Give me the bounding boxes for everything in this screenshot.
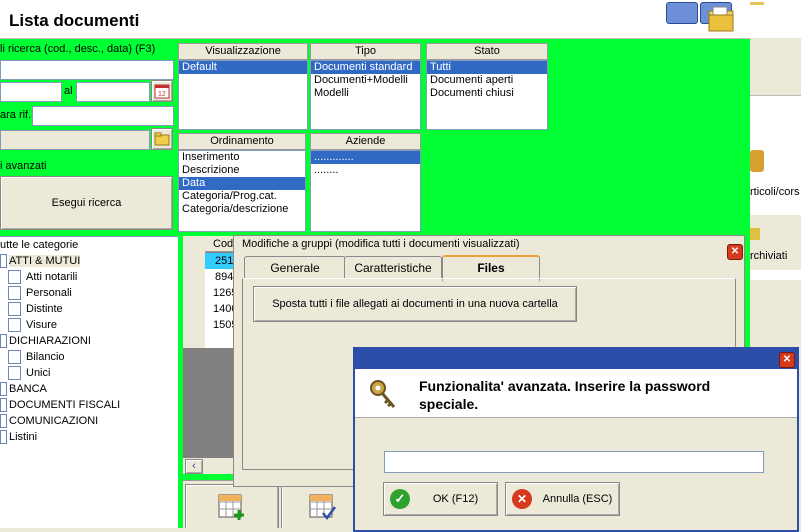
- right-item-archived[interactable]: rchiviati: [750, 250, 787, 262]
- scroll-left-icon[interactable]: ‹: [185, 459, 203, 474]
- dialog-message: Funzionalita' avanzata. Inserire la pass…: [419, 378, 711, 412]
- type-item[interactable]: Modelli: [311, 87, 420, 100]
- cancel-icon: ✕: [512, 489, 532, 509]
- companies-header: Aziende: [310, 133, 421, 150]
- companies-list: ............. ........: [310, 150, 421, 232]
- minimize-button[interactable]: [666, 2, 698, 24]
- execute-search-button[interactable]: Esegui ricerca: [0, 176, 173, 230]
- search-input[interactable]: [0, 60, 174, 80]
- tree-root[interactable]: utte le categorie: [0, 237, 178, 253]
- company-item[interactable]: .............: [311, 151, 420, 164]
- ok-button[interactable]: ✓ OK (F12): [383, 482, 498, 516]
- sort-item[interactable]: Descrizione: [179, 164, 305, 177]
- tree-item[interactable]: ATTI & MUTUI: [9, 255, 81, 267]
- status-item[interactable]: Documenti chiusi: [427, 87, 547, 100]
- right-item-articles[interactable]: rticoli/cors: [750, 186, 800, 198]
- date-to-label: al: [64, 85, 73, 97]
- companies-panel: Aziende ............. ........: [310, 133, 421, 232]
- tree-item[interactable]: DICHIARAZIONI: [9, 335, 91, 347]
- tree-item[interactable]: Atti notarili: [26, 271, 77, 283]
- view-item[interactable]: Default: [179, 61, 307, 74]
- archive-icon: [750, 228, 760, 240]
- title-bar: Lista documenti: [0, 0, 750, 39]
- folder-icon: [0, 430, 7, 445]
- view-panel: Visualizzazione Default: [178, 43, 308, 130]
- close-icon[interactable]: ✕: [727, 244, 743, 260]
- type-list: Documenti standard Documenti+Modelli Mod…: [310, 60, 421, 130]
- tree-item[interactable]: DOCUMENTI FISCALI: [9, 399, 120, 411]
- check-grid-icon: [309, 494, 337, 521]
- date-from-input[interactable]: [0, 82, 62, 102]
- window-title: Lista documenti: [9, 11, 140, 30]
- type-item[interactable]: Documenti+Modelli: [311, 74, 420, 87]
- search-label: li ricerca (cod., desc., data) (F3): [0, 43, 156, 55]
- folder-icon[interactable]: [707, 5, 737, 33]
- tree-item[interactable]: Distinte: [26, 303, 63, 315]
- tree-item[interactable]: Bilancio: [26, 351, 65, 363]
- type-header: Tipo: [310, 43, 421, 60]
- sort-header: Ordinamento: [178, 133, 306, 150]
- reference-label: ara rif.: [0, 109, 32, 121]
- document-icon: [8, 270, 21, 285]
- check-icon: ✓: [390, 489, 410, 509]
- sort-item[interactable]: Inserimento: [179, 151, 305, 164]
- date-to-input[interactable]: [76, 82, 150, 102]
- sort-list: Inserimento Descrizione Data Categoria/P…: [178, 150, 306, 232]
- folder-icon: [0, 382, 7, 397]
- close-icon[interactable]: ✕: [779, 352, 795, 368]
- status-header: Stato: [426, 43, 548, 60]
- browse-folder-button[interactable]: [151, 128, 173, 150]
- status-panel: Stato Tutti Documenti aperti Documenti c…: [426, 43, 548, 130]
- folder-icon: [0, 334, 7, 349]
- row-selector-column: [183, 236, 206, 348]
- status-item[interactable]: Tutti: [427, 61, 547, 74]
- company-item[interactable]: ........: [311, 164, 420, 177]
- sort-item[interactable]: Categoria/descrizione: [179, 203, 305, 216]
- document-icon: [8, 366, 21, 381]
- dialog-title-bar: [355, 349, 797, 369]
- cancel-button[interactable]: ✕ Annulla (ESC): [505, 482, 620, 516]
- tab-caratteristiche[interactable]: Caratteristiche: [344, 256, 442, 279]
- tree-item[interactable]: Personali: [26, 287, 72, 299]
- document-icon: [8, 302, 21, 317]
- articles-icon: [750, 150, 764, 172]
- bottom-toolbar: [183, 480, 365, 528]
- add-document-button[interactable]: [185, 484, 279, 528]
- reference-input[interactable]: [32, 106, 174, 126]
- document-icon: [8, 318, 21, 333]
- key-icon: [367, 377, 401, 411]
- ok-button-label: OK (F12): [432, 493, 479, 505]
- tab-generale[interactable]: Generale: [244, 256, 346, 279]
- sort-item[interactable]: Data: [179, 177, 305, 190]
- sort-item[interactable]: Categoria/Prog.cat.: [179, 190, 305, 203]
- document-icon: [8, 286, 21, 301]
- tree-item[interactable]: COMUNICAZIONI: [9, 415, 98, 427]
- status-item[interactable]: Documenti aperti: [427, 74, 547, 87]
- group-modify-title: Modifiche a gruppi (modifica tutti i doc…: [242, 238, 520, 250]
- view-list: Default: [178, 60, 308, 130]
- category-tree: utte le categorie ATTI & MUTUI Atti nota…: [0, 236, 178, 528]
- folder-icon: [0, 254, 7, 269]
- view-header: Visualizzazione: [178, 43, 308, 60]
- tree-item[interactable]: Unici: [26, 367, 50, 379]
- password-dialog: ✕ Funzionalita' avanzata. Inserire la pa…: [353, 347, 799, 532]
- add-grid-icon: [218, 494, 244, 520]
- advanced-label: i avanzati: [0, 160, 47, 172]
- status-list: Tutti Documenti aperti Documenti chiusi: [426, 60, 548, 130]
- move-files-button[interactable]: Sposta tutti i file allegati ai document…: [253, 286, 577, 322]
- type-panel: Tipo Documenti standard Documenti+Modell…: [310, 43, 421, 130]
- tree-item[interactable]: Visure: [26, 319, 57, 331]
- document-icon: [8, 350, 21, 365]
- calendar-icon[interactable]: 12: [151, 80, 173, 102]
- tree-item[interactable]: BANCA: [9, 383, 47, 395]
- tree-item[interactable]: Listini: [9, 431, 37, 443]
- folder-icon: [0, 398, 7, 413]
- folder-icon: [0, 414, 7, 429]
- sort-panel: Ordinamento Inserimento Descrizione Data…: [178, 133, 306, 232]
- type-item[interactable]: Documenti standard: [311, 61, 420, 74]
- password-input[interactable]: [384, 451, 764, 473]
- folder-path-input[interactable]: [0, 130, 150, 150]
- svg-text:12: 12: [158, 91, 166, 98]
